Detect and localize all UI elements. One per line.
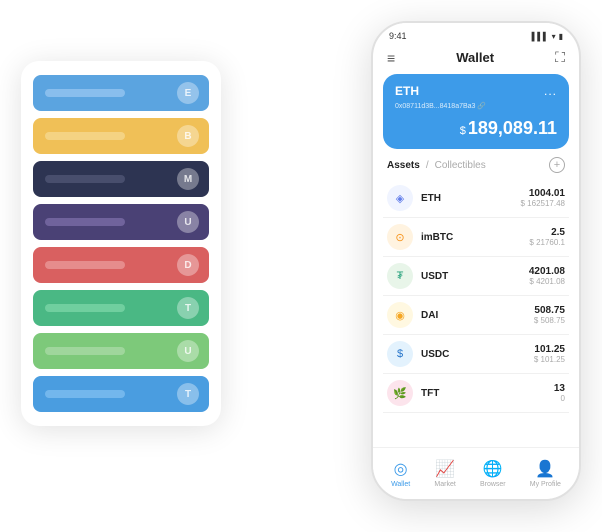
token-name: USDT (421, 271, 529, 282)
eth-card-header: ETH ... (395, 84, 557, 98)
token-name: DAI (421, 310, 534, 321)
tab-assets[interactable]: Assets (387, 160, 420, 171)
token-item[interactable]: 🌿 TFT130 (383, 374, 569, 413)
signal-icon: ▌▌▌ (532, 32, 549, 41)
token-amount-usd: 0 (554, 394, 565, 403)
token-amount-main: 4201.08 (529, 266, 565, 277)
eth-label: ETH (395, 84, 419, 98)
token-amount-main: 101.25 (534, 344, 565, 355)
nav-item-my-profile[interactable]: 👤 My Profile (530, 459, 561, 488)
card-item[interactable]: T (33, 376, 209, 412)
battery-icon: ▮ (559, 32, 563, 41)
token-icon: $ (387, 341, 413, 367)
card-panel: EBMUDTUT (21, 61, 221, 426)
card-item[interactable]: E (33, 75, 209, 111)
tab-divider: / (426, 160, 429, 171)
token-icon: ₮ (387, 263, 413, 289)
card-item[interactable]: T (33, 290, 209, 326)
page-title: Wallet (456, 50, 494, 65)
token-name: TFT (421, 388, 554, 399)
currency-symbol: $ (460, 125, 466, 137)
scan-icon[interactable]: ⛶ (555, 49, 565, 66)
menu-icon[interactable]: ≡ (387, 50, 395, 66)
nav-item-browser[interactable]: 🌐 Browser (480, 459, 506, 488)
token-list: ◈ ETH1004.01$ 162517.48 ⊙ imBTC2.5$ 21760.1… (373, 179, 579, 413)
token-icon: ⊙ (387, 224, 413, 250)
token-item[interactable]: ◉ DAI508.75$ 508.75 (383, 296, 569, 335)
token-amounts: 130 (554, 383, 565, 403)
assets-header: Assets / Collectibles + (373, 157, 579, 179)
token-item[interactable]: ◈ ETH1004.01$ 162517.48 (383, 179, 569, 218)
bottom-nav: ◎ Wallet 📈 Market 🌐 Browser 👤 My Profile (373, 447, 579, 499)
token-name: USDC (421, 349, 534, 360)
scene: EBMUDTUT 9:41 ▌▌▌ ▾ ▮ ≡ Wallet ⛶ ETH ...… (21, 21, 581, 511)
wifi-icon: ▾ (552, 32, 556, 41)
eth-menu-icon[interactable]: ... (544, 84, 557, 98)
token-amounts: 2.5$ 21760.1 (529, 227, 565, 247)
address-text: 0x08711d3B...8418a7Ba3 (395, 103, 475, 110)
token-item[interactable]: ⊙ imBTC2.5$ 21760.1 (383, 218, 569, 257)
card-item[interactable]: M (33, 161, 209, 197)
eth-value: 189,089.11 (468, 118, 557, 138)
token-amount-main: 1004.01 (521, 188, 566, 199)
add-icon: + (554, 159, 560, 171)
status-time: 9:41 (389, 31, 407, 41)
token-amount-main: 13 (554, 383, 565, 394)
nav-label: My Profile (530, 481, 561, 488)
token-item[interactable]: $ USDC101.25$ 101.25 (383, 335, 569, 374)
eth-card[interactable]: ETH ... 0x08711d3B...8418a7Ba3 🔗 $189,08… (383, 74, 569, 149)
card-item[interactable]: U (33, 204, 209, 240)
nav-label: Browser (480, 481, 506, 488)
token-item[interactable]: ₮ USDT4201.08$ 4201.08 (383, 257, 569, 296)
add-asset-button[interactable]: + (549, 157, 565, 173)
card-item[interactable]: U (33, 333, 209, 369)
nav-icon: ◎ (394, 459, 408, 479)
phone-mockup: 9:41 ▌▌▌ ▾ ▮ ≡ Wallet ⛶ ETH ... 0x08711d… (371, 21, 581, 501)
token-amounts: 1004.01$ 162517.48 (521, 188, 566, 208)
token-icon: ◈ (387, 185, 413, 211)
token-name: ETH (421, 193, 521, 204)
eth-address: 0x08711d3B...8418a7Ba3 🔗 (395, 102, 557, 110)
nav-icon: 📈 (435, 459, 455, 479)
token-amounts: 101.25$ 101.25 (534, 344, 565, 364)
nav-label: Market (434, 481, 455, 488)
token-amount-usd: $ 508.75 (534, 316, 565, 325)
status-icons: ▌▌▌ ▾ ▮ (532, 32, 563, 41)
nav-label: Wallet (391, 481, 410, 488)
token-amounts: 4201.08$ 4201.08 (529, 266, 565, 286)
nav-icon: 👤 (535, 459, 555, 479)
tab-collectibles[interactable]: Collectibles (435, 160, 486, 171)
eth-amount: $189,089.11 (395, 118, 557, 139)
copy-icon[interactable]: 🔗 (477, 103, 486, 110)
token-amount-usd: $ 162517.48 (521, 199, 566, 208)
token-amount-usd: $ 101.25 (534, 355, 565, 364)
token-amount-usd: $ 21760.1 (529, 238, 565, 247)
status-bar: 9:41 ▌▌▌ ▾ ▮ (373, 23, 579, 45)
token-amount-usd: $ 4201.08 (529, 277, 565, 286)
token-amounts: 508.75$ 508.75 (534, 305, 565, 325)
token-amount-main: 2.5 (529, 227, 565, 238)
token-amount-main: 508.75 (534, 305, 565, 316)
card-item[interactable]: B (33, 118, 209, 154)
card-item[interactable]: D (33, 247, 209, 283)
token-name: imBTC (421, 232, 529, 243)
phone-header: ≡ Wallet ⛶ (373, 45, 579, 74)
nav-item-market[interactable]: 📈 Market (434, 459, 455, 488)
token-icon: ◉ (387, 302, 413, 328)
nav-item-wallet[interactable]: ◎ Wallet (391, 459, 410, 488)
token-icon: 🌿 (387, 380, 413, 406)
nav-icon: 🌐 (483, 459, 503, 479)
assets-tabs: Assets / Collectibles (387, 160, 486, 171)
